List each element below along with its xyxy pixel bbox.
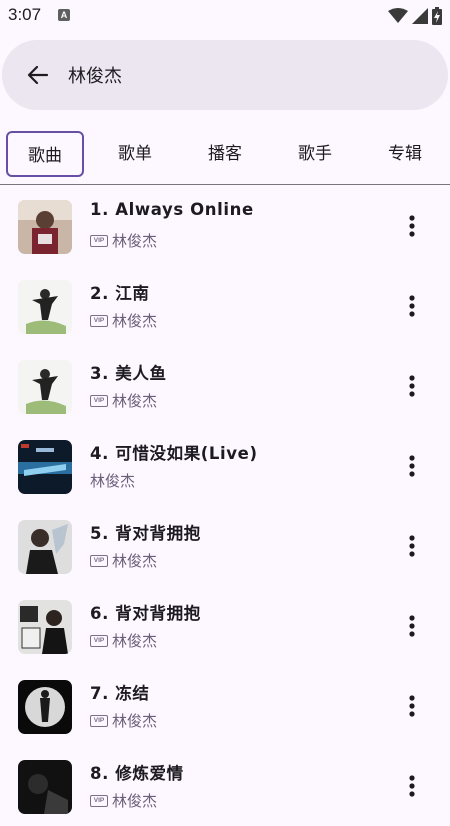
- more-vert-icon[interactable]: [400, 212, 424, 240]
- status-time: 3:07: [8, 5, 42, 24]
- song-title: 6. 背对背拥抱: [90, 604, 201, 623]
- more-vert-icon[interactable]: [400, 372, 424, 400]
- tab-playlists[interactable]: 歌单: [96, 131, 174, 177]
- vip-badge: VIP: [90, 394, 108, 407]
- tab-bar: 歌曲 歌单 播客 歌手 专辑: [0, 130, 450, 184]
- song-title: 4. 可惜没如果(Live): [90, 444, 258, 463]
- song-artist[interactable]: 林俊杰: [112, 710, 157, 731]
- more-vert-icon[interactable]: [400, 452, 424, 480]
- list-item[interactable]: 6. 背对背拥抱 VIP 林俊杰: [0, 586, 450, 666]
- list-item[interactable]: 2. 江南 VIP 林俊杰: [0, 266, 450, 346]
- tab-podcasts[interactable]: 播客: [186, 131, 264, 177]
- song-artist[interactable]: 林俊杰: [112, 550, 157, 571]
- song-artist[interactable]: 林俊杰: [112, 390, 157, 411]
- song-subtitle: VIP 林俊杰: [90, 790, 157, 811]
- more-vert-icon[interactable]: [400, 692, 424, 720]
- album-cover: [18, 360, 72, 414]
- album-cover: [18, 520, 72, 574]
- vip-badge: VIP: [90, 234, 108, 247]
- song-subtitle: VIP 林俊杰: [90, 230, 157, 251]
- song-title: 8. 修炼爱情: [90, 764, 184, 783]
- arrow-left-icon[interactable]: [26, 63, 50, 87]
- song-artist[interactable]: 林俊杰: [112, 230, 157, 251]
- more-vert-icon[interactable]: [400, 612, 424, 640]
- list-item[interactable]: 3. 美人鱼 VIP 林俊杰: [0, 346, 450, 426]
- status-icons: [388, 6, 442, 26]
- wifi-icon: [388, 8, 408, 23]
- list-item[interactable]: 5. 背对背拥抱 VIP 林俊杰: [0, 506, 450, 586]
- song-title: 1. Always Online: [90, 200, 254, 219]
- song-subtitle: VIP 林俊杰: [90, 550, 157, 571]
- song-title: 3. 美人鱼: [90, 364, 167, 383]
- tab-albums[interactable]: 专辑: [366, 131, 444, 177]
- song-subtitle: VIP 林俊杰: [90, 310, 157, 331]
- album-cover: [18, 600, 72, 654]
- song-subtitle: 林俊杰: [90, 470, 135, 491]
- status-bar: 3:07 A: [0, 0, 450, 32]
- vip-badge: VIP: [90, 714, 108, 727]
- vip-badge: VIP: [90, 634, 108, 647]
- album-cover: [18, 440, 72, 494]
- album-cover: [18, 760, 72, 814]
- search-bar[interactable]: 林俊杰: [2, 40, 448, 110]
- song-subtitle: VIP 林俊杰: [90, 710, 157, 731]
- tab-artists[interactable]: 歌手: [276, 131, 354, 177]
- a-box-icon: A: [58, 9, 70, 21]
- cell-signal-icon: [412, 8, 428, 24]
- vip-badge: VIP: [90, 554, 108, 567]
- song-artist[interactable]: 林俊杰: [112, 790, 157, 811]
- vip-badge: VIP: [90, 314, 108, 327]
- vip-badge: VIP: [90, 794, 108, 807]
- list-item[interactable]: 7. 冻结 VIP 林俊杰: [0, 666, 450, 746]
- song-title: 5. 背对背拥抱: [90, 524, 201, 543]
- more-vert-icon[interactable]: [400, 292, 424, 320]
- tab-songs[interactable]: 歌曲: [6, 131, 84, 177]
- song-artist[interactable]: 林俊杰: [112, 310, 157, 331]
- song-subtitle: VIP 林俊杰: [90, 630, 157, 651]
- album-cover: [18, 280, 72, 334]
- list-item[interactable]: 1. Always Online VIP 林俊杰: [0, 186, 450, 266]
- search-input[interactable]: 林俊杰: [68, 62, 122, 88]
- more-vert-icon[interactable]: [400, 532, 424, 560]
- song-artist[interactable]: 林俊杰: [112, 630, 157, 651]
- album-cover: [18, 680, 72, 734]
- list-item[interactable]: 8. 修炼爱情 VIP 林俊杰: [0, 746, 450, 826]
- song-title: 7. 冻结: [90, 684, 150, 703]
- song-title: 2. 江南: [90, 284, 150, 303]
- album-cover: [18, 200, 72, 254]
- battery-charging-icon: [432, 7, 442, 25]
- more-vert-icon[interactable]: [400, 772, 424, 800]
- song-subtitle: VIP 林俊杰: [90, 390, 157, 411]
- song-artist[interactable]: 林俊杰: [90, 470, 135, 491]
- tabs-divider: [0, 184, 450, 185]
- list-item[interactable]: 4. 可惜没如果(Live) 林俊杰: [0, 426, 450, 506]
